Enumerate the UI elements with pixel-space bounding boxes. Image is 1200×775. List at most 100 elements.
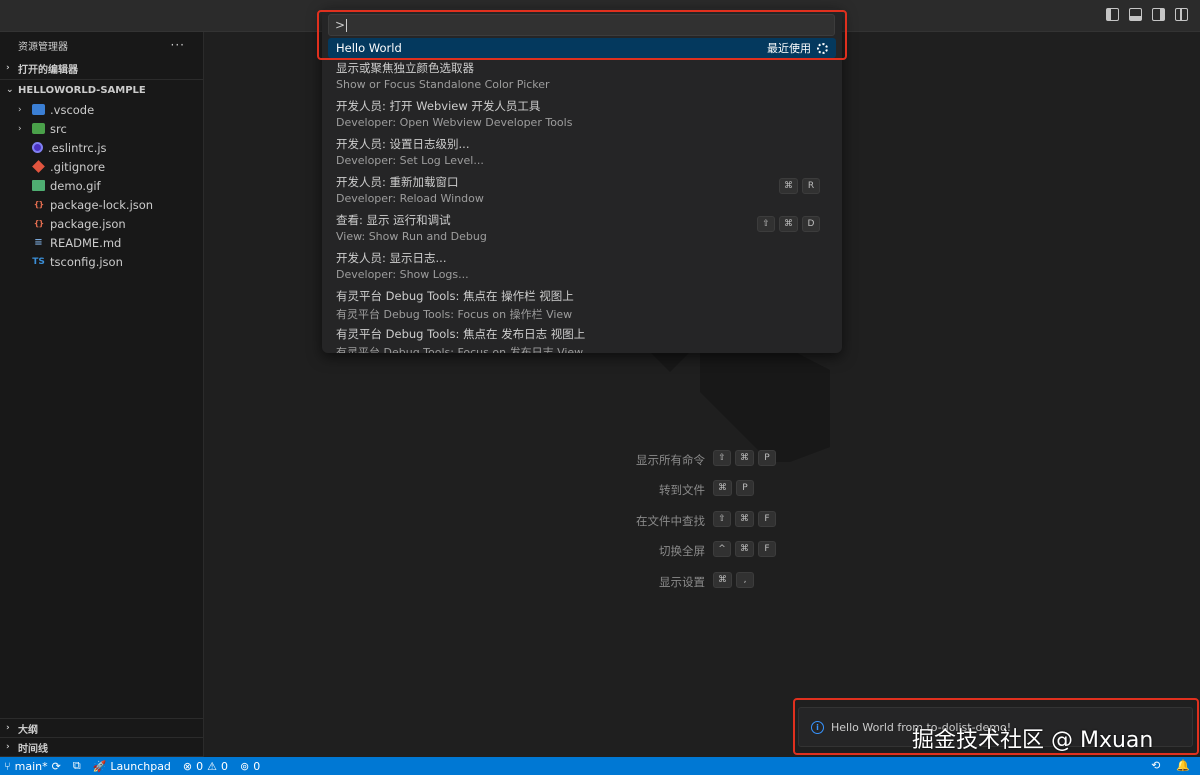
json-icon: {} xyxy=(33,219,44,228)
shortcut-label: 切换全屏 xyxy=(659,544,705,558)
toggle-secondary-sidebar-icon[interactable] xyxy=(1152,8,1165,21)
customize-layout-icon[interactable] xyxy=(1175,8,1188,21)
tree-item-demo-gif[interactable]: demo.gif xyxy=(0,176,203,195)
chevron-right-icon: › xyxy=(6,63,10,73)
key-badge: F xyxy=(758,511,776,527)
command-title: 有灵平台 Debug Tools: 焦点在 操作栏 视图上 xyxy=(336,289,574,303)
command-title: 查看: 显示 运行和调试 xyxy=(336,213,451,227)
tree-item-package-lock[interactable]: {} package-lock.json xyxy=(0,195,203,214)
explorer-header: 资源管理器 ··· xyxy=(0,32,203,58)
project-name: HELLOWORLD-SAMPLE xyxy=(18,84,146,96)
shortcut-row: 转到文件 ⌘ P xyxy=(205,480,1200,498)
error-icon: ⊗ xyxy=(182,759,193,773)
shortcut-label: 显示所有命令 xyxy=(636,453,705,467)
toggle-primary-sidebar-icon[interactable] xyxy=(1106,8,1119,21)
eslint-icon xyxy=(32,142,43,153)
broadcast-icon: ⊚ xyxy=(240,759,250,773)
explorer-sidebar: 资源管理器 ··· › 打开的编辑器 ⌄ HELLOWORLD-SAMPLE ›… xyxy=(0,32,204,757)
history-icon[interactable]: ⟲ xyxy=(1151,759,1160,772)
key-badge: ⌘ xyxy=(735,450,754,466)
launchpad-item[interactable]: 🚀 Launchpad xyxy=(93,760,171,773)
timeline-section[interactable]: › 时间线 xyxy=(0,738,204,757)
credit-watermark: 掘金技术社区 @ Mxuan xyxy=(912,728,1154,753)
command-item[interactable]: 开发人员: 打开 Webview 开发人员工具 Developer: Open … xyxy=(322,96,842,134)
command-subtitle: Developer: Set Log Level... xyxy=(336,154,484,167)
command-item[interactable]: 开发人员: 重新加载窗口 Developer: Reload Window ⌘ … xyxy=(322,172,842,210)
command-input[interactable]: > xyxy=(328,14,835,36)
command-subtitle: 有灵平台 Debug Tools: Focus on 发布日志 View xyxy=(336,346,584,353)
file-name: package-lock.json xyxy=(50,197,154,212)
file-name: package.json xyxy=(50,216,126,231)
command-palette: > Hello World 最近使用 显示或聚焦独立颜色选取器 Show or … xyxy=(322,8,842,353)
command-title: Hello World xyxy=(336,41,402,55)
shortcut-label: 在文件中查找 xyxy=(636,514,705,528)
shortcut-row: 在文件中查找 ⇧ ⌘ F xyxy=(205,511,1200,529)
key-badge: ⇧ xyxy=(757,216,775,232)
error-count: 0 xyxy=(196,759,204,773)
key-badge: P xyxy=(736,480,754,496)
toggle-panel-icon[interactable] xyxy=(1129,8,1142,21)
command-subtitle: Developer: Open Webview Developer Tools xyxy=(336,116,573,129)
timeline-label: 时间线 xyxy=(18,743,48,755)
shortcut-label: 显示设置 xyxy=(659,575,705,589)
sidebar-bottom-sections: › 大纲 › 时间线 xyxy=(0,718,204,757)
tree-item-src[interactable]: › src xyxy=(0,119,203,138)
gear-icon[interactable] xyxy=(817,42,828,54)
image-icon xyxy=(32,180,45,191)
src-folder-icon xyxy=(32,123,45,134)
outline-section[interactable]: › 大纲 xyxy=(0,719,204,738)
key-badge: D xyxy=(802,216,820,232)
open-editors-section[interactable]: › 打开的编辑器 xyxy=(0,58,203,78)
key-badge: ⇧ xyxy=(713,511,731,527)
launchpad-label: Launchpad xyxy=(110,759,171,773)
git-compare-icon: ⧉ xyxy=(72,759,81,772)
command-item[interactable]: 显示或聚焦独立颜色选取器 Show or Focus Standalone Co… xyxy=(322,58,842,96)
file-name: tsconfig.json xyxy=(50,254,123,269)
notifications-bell-icon[interactable]: 🔔 xyxy=(1176,759,1190,772)
tree-item-eslintrc[interactable]: .eslintrc.js xyxy=(0,138,203,157)
tree-item-gitignore[interactable]: .gitignore xyxy=(0,157,203,176)
file-name: .eslintrc.js xyxy=(48,140,107,155)
shortcut-row: 显示设置 ⌘ , xyxy=(205,572,1200,590)
project-section[interactable]: ⌄ HELLOWORLD-SAMPLE xyxy=(0,80,203,100)
outline-label: 大纲 xyxy=(18,724,38,736)
branch-indicator[interactable]: ⑂ main* ⟳ xyxy=(4,760,61,773)
tree-item-readme[interactable]: ≡ README.md xyxy=(0,233,203,252)
tree-item-tsconfig[interactable]: TS tsconfig.json xyxy=(0,252,203,271)
tree-item-vscode[interactable]: › .vscode xyxy=(0,100,203,119)
key-badge: ⌘ xyxy=(713,572,732,588)
command-title: 开发人员: 设置日志级别... xyxy=(336,137,470,151)
command-item[interactable]: 有灵平台 Debug Tools: 焦点在 发布日志 视图上 有灵平台 Debu… xyxy=(322,324,842,353)
warning-count: 0 xyxy=(221,759,229,773)
more-actions-icon[interactable]: ··· xyxy=(171,38,185,52)
key-badge: ⌘ xyxy=(735,541,754,557)
command-subtitle: Show or Focus Standalone Color Picker xyxy=(336,78,550,91)
chevron-down-icon: ⌄ xyxy=(6,85,14,95)
command-item[interactable]: 查看: 显示 运行和调试 View: Show Run and Debug ⇧ … xyxy=(322,210,842,248)
file-name: demo.gif xyxy=(50,178,101,193)
shortcut-row: 显示所有命令 ⇧ ⌘ P xyxy=(205,450,1200,468)
ports-indicator[interactable]: ⊚ 0 xyxy=(240,760,260,773)
source-control-status[interactable]: ⧉ xyxy=(73,759,81,773)
problems-indicator[interactable]: ⊗ 0 ⚠ 0 xyxy=(183,760,228,773)
command-subtitle: 有灵平台 Debug Tools: Focus on 操作栏 View xyxy=(336,308,573,321)
warning-icon: ⚠ xyxy=(207,759,218,773)
branch-name: main* xyxy=(14,759,48,773)
command-title: 显示或聚焦独立颜色选取器 xyxy=(336,61,474,75)
command-title: 开发人员: 显示日志... xyxy=(336,251,447,265)
command-item-selected[interactable]: Hello World 最近使用 xyxy=(328,38,836,58)
status-bar: ⑂ main* ⟳ ⧉ 🚀 Launchpad ⊗ 0 ⚠ 0 ⊚ 0 ⟲ 🔔 xyxy=(0,757,1200,775)
tree-item-package-json[interactable]: {} package.json xyxy=(0,214,203,233)
shortcut-row: 切换全屏 ^ ⌘ F xyxy=(205,541,1200,559)
command-item[interactable]: 开发人员: 显示日志... Developer: Show Logs... xyxy=(322,248,842,286)
command-item[interactable]: 有灵平台 Debug Tools: 焦点在 操作栏 视图上 有灵平台 Debug… xyxy=(322,286,842,324)
key-badge: ⌘ xyxy=(735,511,754,527)
file-name: .gitignore xyxy=(50,159,106,174)
json-icon: {} xyxy=(33,200,44,209)
command-title: 开发人员: 打开 Webview 开发人员工具 xyxy=(336,99,541,113)
command-item[interactable]: 开发人员: 设置日志级别... Developer: Set Log Level… xyxy=(322,134,842,172)
command-subtitle: Developer: Reload Window xyxy=(336,192,484,205)
file-name: src xyxy=(50,121,67,136)
file-name: README.md xyxy=(50,235,122,250)
sync-icon[interactable]: ⟳ xyxy=(52,760,61,773)
